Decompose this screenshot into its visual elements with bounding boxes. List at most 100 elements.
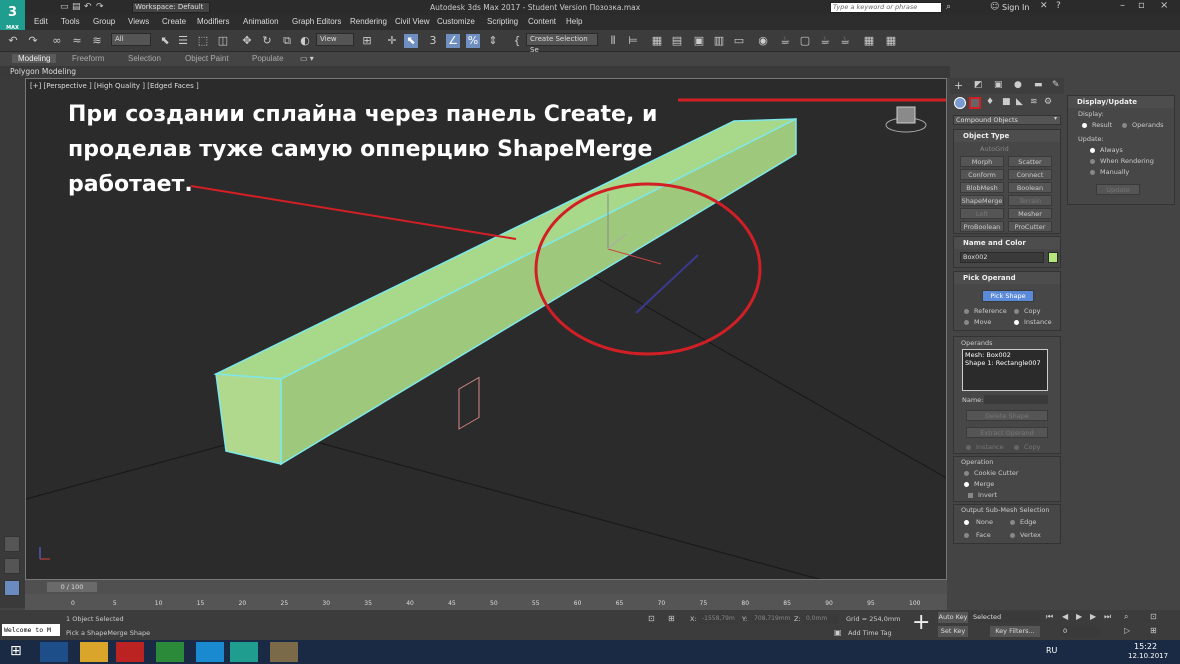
fov-icon[interactable]: ▷	[1124, 626, 1130, 635]
radio-instance-extract[interactable]	[966, 445, 971, 450]
x-coordinate-field[interactable]: -1558,79m	[700, 614, 738, 624]
radio-result[interactable]	[1082, 123, 1087, 128]
zoom-extents-icon[interactable]: ⊡	[1150, 612, 1157, 621]
connect-button[interactable]: Connect	[1008, 169, 1052, 180]
cameras-icon[interactable]: ■	[1002, 97, 1011, 107]
viewport-layout-tab-active[interactable]	[4, 580, 20, 596]
menu-civil-view[interactable]: Civil View	[395, 17, 430, 26]
viewport-layout-tab[interactable]	[4, 536, 20, 552]
maximize-icon[interactable]: ▫	[1138, 0, 1145, 11]
operands-list[interactable]: Mesh: Box002 Shape 1: Rectangle007	[962, 349, 1048, 391]
link-icon[interactable]: ∞	[50, 34, 64, 48]
render-iterative-icon[interactable]: ☕	[838, 34, 852, 48]
tab-freeform[interactable]: Freeform	[72, 54, 104, 63]
render-setup-icon[interactable]: ☕	[778, 34, 792, 48]
language-indicator[interactable]: RU	[1046, 646, 1057, 655]
pick-shape-button[interactable]: Pick Shape	[982, 290, 1034, 302]
tab-populate[interactable]: Populate	[252, 54, 284, 63]
edit-named-selection-icon[interactable]: {	[510, 34, 524, 48]
spinner-snap-icon[interactable]: ⇕	[486, 34, 500, 48]
media-player-icon[interactable]	[116, 642, 144, 662]
play-icon[interactable]: ▶	[1076, 612, 1082, 621]
tab-object-paint[interactable]: Object Paint	[185, 54, 229, 63]
keyboard-shortcut-toggle-icon[interactable]: ⬉	[404, 34, 418, 48]
close-icon[interactable]: ×	[1160, 0, 1168, 11]
radio-move[interactable]	[964, 320, 969, 325]
viewport-layout-tab[interactable]	[4, 558, 20, 574]
skype-icon[interactable]	[196, 642, 224, 662]
mesher-button[interactable]: Mesher	[1008, 208, 1052, 219]
redo-icon[interactable]: ↷	[26, 34, 40, 48]
menu-animation[interactable]: Animation	[243, 17, 279, 26]
systems-icon[interactable]: ⚙	[1044, 97, 1052, 107]
menu-help[interactable]: Help	[566, 17, 582, 26]
snaps-toggle-icon[interactable]: 3	[426, 34, 440, 48]
shapes-icon[interactable]	[969, 97, 981, 109]
workspace-dropdown[interactable]: Workspace: Default	[132, 2, 210, 13]
radio-vertex[interactable]	[1010, 533, 1015, 538]
radio-operands[interactable]	[1122, 123, 1127, 128]
tab-modeling[interactable]: Modeling	[12, 54, 57, 63]
radio-reference[interactable]	[964, 309, 969, 314]
absolute-mode-icon[interactable]: ⊞	[668, 614, 675, 623]
percent-snap-icon[interactable]: %	[466, 34, 480, 48]
help-icon[interactable]: ?	[1056, 1, 1061, 11]
menu-rendering[interactable]: Rendering	[350, 17, 387, 26]
scatter-button[interactable]: Scatter	[1008, 156, 1052, 167]
time-slider-thumb[interactable]: 0 / 100	[47, 582, 97, 592]
undo-icon[interactable]: ↶	[84, 2, 92, 12]
scene-explorer-icon[interactable]: ▦	[650, 34, 664, 48]
set-key-plus-icon[interactable]: +	[912, 612, 930, 634]
goto-end-icon[interactable]: ⏭	[1104, 612, 1111, 622]
pivot-center-icon[interactable]: ⊞	[360, 34, 374, 48]
autogrid-checkbox[interactable]: AutoGrid	[980, 145, 1009, 153]
radio-none[interactable]	[964, 520, 969, 525]
search-input[interactable]: Type a keyword or phrase	[830, 2, 942, 13]
category-dropdown[interactable]: Compound Objects	[953, 115, 1061, 125]
extract-operand-button[interactable]: Extract Operand	[966, 427, 1048, 438]
select-by-name-icon[interactable]: ☰	[176, 34, 190, 48]
chevron-down-icon[interactable]: ▾	[1054, 115, 1057, 122]
window-crossing-icon[interactable]: ◫	[216, 34, 230, 48]
z-coordinate-field[interactable]: 0,0mm	[804, 614, 838, 624]
render-in-cloud-icon[interactable]: ▦	[884, 34, 898, 48]
loft-button[interactable]: Loft	[960, 208, 1004, 219]
geometry-icon[interactable]	[954, 97, 966, 109]
object-name-field[interactable]: Box002	[960, 252, 1044, 263]
goto-start-icon[interactable]: ⏮	[1046, 612, 1053, 622]
exchange-icon[interactable]: ✕	[1040, 1, 1048, 11]
quick-access-toolbar[interactable]: ▭ ▤ ↶ ↷	[60, 2, 110, 13]
hierarchy-tab-icon[interactable]: ▣	[994, 80, 1003, 90]
start-icon[interactable]: ⊞	[10, 643, 22, 659]
angle-snap-icon[interactable]: ∠	[446, 34, 460, 48]
blobmesh-button[interactable]: BlobMesh	[960, 182, 1004, 193]
rollout-header[interactable]: Display/Update	[1068, 96, 1174, 108]
rendered-frame-window-icon[interactable]: ▢	[798, 34, 812, 48]
auto-key-button[interactable]: Auto Key	[938, 612, 968, 623]
radio-manually[interactable]	[1090, 170, 1095, 175]
maximize-viewport-icon[interactable]: ⊞	[1150, 626, 1157, 635]
new-file-icon[interactable]: ▭	[60, 2, 69, 12]
key-filters-button[interactable]: Key Filters...	[990, 626, 1040, 637]
modify-tab-icon[interactable]: ◩	[974, 80, 983, 90]
ribbon-panel-label[interactable]: Polygon Modeling	[10, 67, 76, 76]
material-editor-icon[interactable]: ◉	[756, 34, 770, 48]
paint-icon[interactable]	[270, 642, 298, 662]
conform-button[interactable]: Conform	[960, 169, 1004, 180]
bind-space-warp-icon[interactable]: ≋	[90, 34, 104, 48]
radio-instance[interactable]	[1014, 320, 1019, 325]
key-mode-dropdown[interactable]: Selected	[970, 612, 1040, 623]
radio-merge[interactable]	[964, 482, 969, 487]
redo-icon[interactable]: ↷	[96, 2, 104, 12]
terrain-button[interactable]: Terrain	[1008, 195, 1052, 206]
app-logo[interactable]: 3 MAX	[0, 0, 25, 31]
radio-face[interactable]	[964, 533, 969, 538]
menu-graph-editors[interactable]: Graph Editors	[292, 17, 341, 26]
ribbon-options-icon[interactable]: ▭ ▾	[300, 54, 314, 63]
graphite-toggle-icon[interactable]: ▣	[692, 34, 706, 48]
menu-tools[interactable]: Tools	[61, 17, 80, 26]
lights-icon[interactable]: ♦	[986, 97, 994, 107]
zoom-icon[interactable]: ⌕	[1124, 612, 1128, 622]
radio-always[interactable]	[1090, 148, 1095, 153]
boolean-button[interactable]: Boolean	[1008, 182, 1052, 193]
